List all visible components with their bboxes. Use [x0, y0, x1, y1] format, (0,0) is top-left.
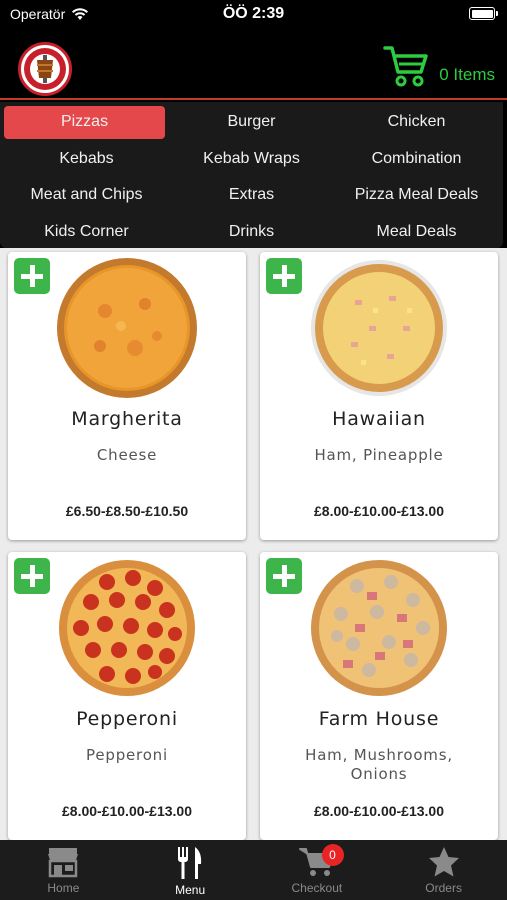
product-card[interactable]: Farm House Ham, Mushrooms, Onions £8.00-… [260, 552, 498, 840]
store-icon [48, 848, 79, 878]
product-description: Ham, Mushrooms, Onions [305, 746, 453, 783]
product-price: £6.50-£8.50-£10.50 [65, 503, 189, 519]
category-meal-deals[interactable]: Meal Deals [334, 214, 499, 251]
category-drinks[interactable]: Drinks [169, 214, 334, 251]
product-description: Cheese [96, 446, 158, 464]
category-pizzas[interactable]: Pizzas [4, 106, 165, 139]
status-bar: Operatör ÖÖ 2:39 [0, 0, 507, 30]
category-extras[interactable]: Extras [169, 177, 334, 214]
tab-checkout-label: Checkout [291, 881, 343, 895]
tab-orders-label: Orders [425, 881, 462, 895]
add-to-cart-button[interactable] [266, 558, 302, 594]
product-name: Farm House [318, 708, 440, 730]
tab-menu-label: Menu [175, 883, 206, 897]
cart-count: 0 Items [439, 65, 495, 84]
product-card[interactable]: Margherita Cheese £6.50-£8.50-£10.50 [8, 252, 246, 540]
category-menu: Pizzas Burger Chicken Kebabs Kebab Wraps… [0, 102, 503, 248]
category-kebab-wraps[interactable]: Kebab Wraps [169, 141, 334, 178]
tab-orders[interactable]: Orders [380, 840, 507, 900]
category-kebabs[interactable]: Kebabs [4, 141, 169, 178]
pepperoni-pizza-image [59, 560, 195, 696]
product-grid: Margherita Cheese £6.50-£8.50-£10.50 Haw… [0, 248, 507, 840]
logo-emblem-icon [24, 48, 66, 90]
category-pizza-meal-deals[interactable]: Pizza Meal Deals [334, 177, 499, 214]
margherita-pizza-image [57, 258, 197, 398]
tab-menu[interactable]: Menu [127, 840, 254, 900]
category-burger[interactable]: Burger [169, 104, 334, 141]
category-kids-corner[interactable]: Kids Corner [4, 214, 169, 251]
product-price: £8.00-£10.00-£13.00 [62, 803, 192, 819]
status-time: ÖÖ 2:39 [222, 5, 285, 22]
restaurant-logo[interactable] [18, 42, 72, 96]
category-meat-and-chips[interactable]: Meat and Chips [4, 177, 169, 214]
add-to-cart-button[interactable] [14, 558, 50, 594]
add-to-cart-button[interactable] [14, 258, 50, 294]
tab-home[interactable]: Home [0, 840, 127, 900]
add-to-cart-button[interactable] [266, 258, 302, 294]
category-chicken[interactable]: Chicken [334, 104, 499, 141]
product-price: £8.00-£10.00-£13.00 [314, 503, 444, 519]
cart-icon [383, 46, 428, 87]
product-card[interactable]: Pepperoni Pepperoni £8.00-£10.00-£13.00 [8, 552, 246, 840]
tab-home-label: Home [47, 881, 80, 895]
star-icon [428, 847, 459, 877]
category-combination[interactable]: Combination [334, 141, 499, 178]
tab-checkout[interactable]: 0 Checkout [254, 840, 381, 900]
bottom-tab-bar: Home Menu 0 Checkout Orders [0, 840, 507, 900]
product-description: Ham, Pineapple [314, 446, 444, 464]
fork-knife-icon [178, 847, 202, 879]
header-cart[interactable]: 0 Items [383, 44, 495, 88]
product-name: Pepperoni [76, 708, 178, 730]
product-price: £8.00-£10.00-£13.00 [314, 803, 444, 819]
product-name: Hawaiian [332, 408, 426, 430]
product-description: Pepperoni [86, 746, 168, 764]
product-card[interactable]: Hawaiian Ham, Pineapple £8.00-£10.00-£13… [260, 252, 498, 540]
checkout-badge: 0 [321, 844, 344, 866]
farm-house-pizza-image [311, 560, 447, 696]
hawaiian-pizza-image [311, 260, 447, 396]
app-header: 0 Items [0, 30, 507, 100]
battery-icon [469, 7, 498, 20]
product-name: Margherita [71, 408, 183, 430]
